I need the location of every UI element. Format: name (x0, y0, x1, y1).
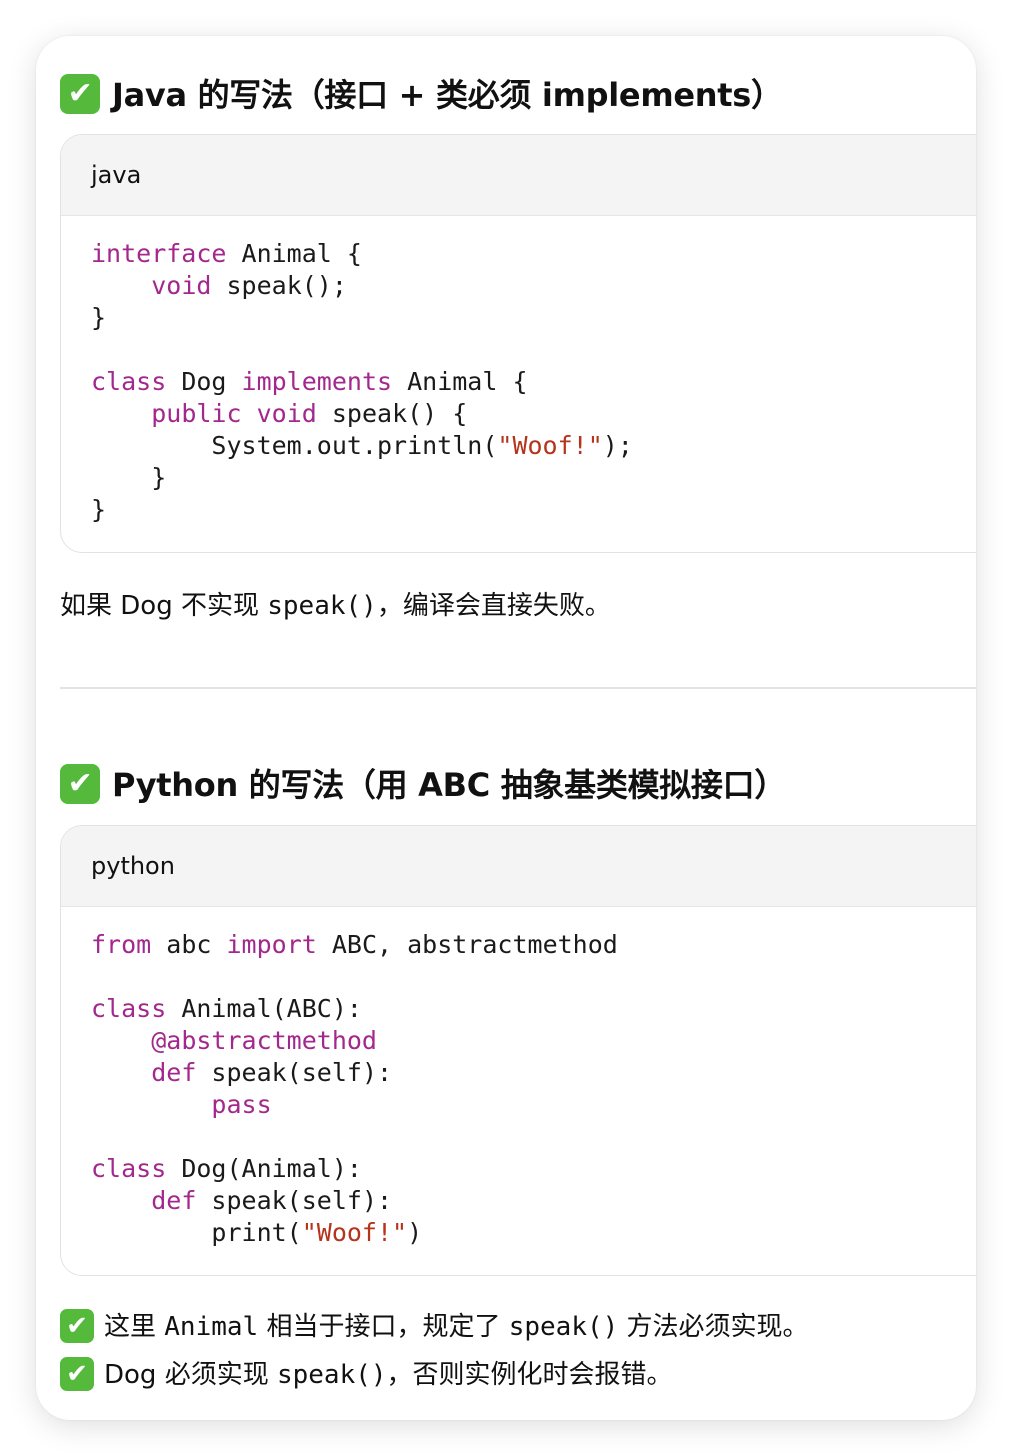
code-keyword: pass (211, 1090, 272, 1119)
code-keyword: class (91, 1154, 167, 1183)
check-mark-icon: ✔ (60, 74, 100, 114)
code-keyword: void (151, 271, 212, 300)
code-text: print( (91, 1218, 302, 1247)
code-text: ) (407, 1218, 423, 1247)
code-text: speak(self): (196, 1058, 393, 1087)
note-1-suffix: 方法必须实现。 (618, 1312, 809, 1342)
code-keyword: implements (241, 367, 393, 396)
code-text: Dog(Animal): (166, 1154, 362, 1183)
code-keyword: interface (91, 239, 227, 268)
code-text: ); (602, 431, 633, 460)
code-line: public void speak() { (91, 398, 976, 430)
code-text: System.out.println( (91, 431, 498, 460)
note-1-mid: 相当于接口，规定了 (258, 1312, 509, 1342)
note-1-prefix: 这里 (104, 1312, 165, 1342)
python-code-content[interactable]: from abc import ABC, abstractmethod class… (61, 907, 976, 1249)
java-code-content[interactable]: interface Animal { void speak();} class D… (61, 216, 976, 526)
java-note: 如果 Dog 不实现 speak()，编译会直接失败。 (60, 585, 611, 622)
note-1-code-speak: speak() (508, 1312, 619, 1342)
code-line: } (91, 494, 976, 526)
code-line: def speak(self): (91, 1185, 976, 1217)
code-line: class Dog implements Animal { (91, 366, 976, 398)
code-keyword: def (151, 1058, 197, 1087)
code-string: "Woof!" (497, 431, 603, 460)
note-2-prefix: Dog 必须实现 (104, 1360, 277, 1390)
java-code-language-label: java (61, 135, 976, 216)
code-text: ABC, abstractmethod (316, 930, 618, 959)
python-heading: ✔ Python 的写法（用 ABC 抽象基类模拟接口） (60, 760, 786, 806)
code-keyword: class (91, 367, 167, 396)
code-line: interface Animal { (91, 238, 976, 270)
code-keyword: from (91, 930, 152, 959)
chat-message-card: ✔ Java 的写法（接口 + 类必须 implements） java inte… (36, 36, 976, 1420)
note-2-mid: ，否则实例化时会报错。 (386, 1360, 673, 1390)
code-line: } (91, 302, 976, 334)
note-2-code-speak: speak() (276, 1360, 387, 1390)
code-line: void speak(); (91, 270, 976, 302)
code-text: speak() { (316, 399, 468, 428)
code-string: "Woof!" (301, 1218, 408, 1247)
code-keyword: public (151, 399, 242, 428)
java-code-block[interactable]: java interface Animal { void speak();} cl… (60, 134, 976, 553)
code-line: class Dog(Animal): (91, 1153, 976, 1185)
code-line: class Animal(ABC): (91, 993, 976, 1025)
code-line: from abc import ABC, abstractmethod (91, 929, 976, 961)
section-divider (60, 687, 976, 689)
check-mark-icon: ✔ (60, 764, 100, 804)
java-note-code: speak() (267, 591, 377, 621)
code-text: Dog (166, 367, 242, 396)
python-code-language-label: python (61, 826, 976, 907)
java-heading: ✔ Java 的写法（接口 + 类必须 implements） (60, 70, 783, 116)
java-note-prefix: 如果 Dog 不实现 (60, 591, 268, 621)
check-mark-icon: ✔ (60, 1356, 94, 1391)
code-text: } (91, 463, 167, 492)
code-line: def speak(self): (91, 1057, 976, 1089)
python-code-block[interactable]: python from abc import ABC, abstractmeth… (60, 825, 976, 1276)
note-1-code-animal: Animal (164, 1312, 259, 1342)
code-text: } (91, 495, 107, 524)
code-text: speak(self): (196, 1186, 393, 1215)
note-line-1: ✔ 这里 Animal 相当于接口，规定了 speak() 方法必须实现。 (60, 1306, 809, 1343)
python-heading-text: Python 的写法（用 ABC 抽象基类模拟接口） (112, 766, 787, 804)
note-line-2: ✔ Dog 必须实现 speak()，否则实例化时会报错。 (60, 1354, 673, 1391)
check-mark-icon: ✔ (60, 1308, 94, 1343)
code-keyword: def (151, 1186, 197, 1215)
java-heading-text: Java 的写法（接口 + 类必须 implements） (112, 76, 783, 114)
code-text: Animal { (392, 367, 528, 396)
code-line: print("Woof!") (91, 1217, 976, 1249)
code-line: pass (91, 1089, 976, 1121)
code-keyword: @abstractmethod (151, 1026, 377, 1055)
code-text: Animal(ABC): (166, 994, 362, 1023)
code-keyword: class (91, 994, 167, 1023)
code-text: abc (151, 930, 227, 959)
code-keyword: void (256, 399, 317, 428)
code-text: speak(); (211, 271, 347, 300)
code-line: } (91, 462, 976, 494)
code-text: } (91, 303, 107, 332)
java-note-suffix: ，编译会直接失败。 (376, 591, 611, 621)
code-text: Animal { (226, 239, 362, 268)
code-keyword: import (226, 930, 317, 959)
code-line: @abstractmethod (91, 1025, 976, 1057)
code-line: System.out.println("Woof!"); (91, 430, 976, 462)
